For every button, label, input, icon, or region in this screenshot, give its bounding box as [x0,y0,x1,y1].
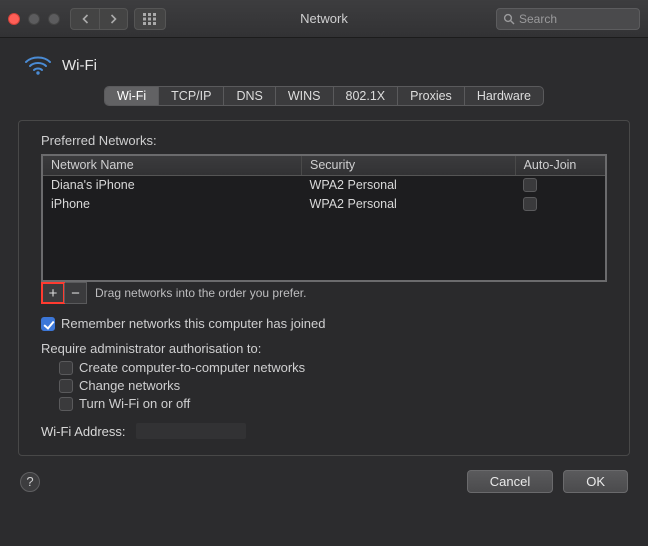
search-field[interactable] [496,8,640,30]
auto-join-checkbox[interactable] [523,178,537,192]
cell-auto-join [515,194,605,213]
add-remove-group: + − [41,282,87,304]
table-row[interactable]: iPhoneWPA2 Personal [43,194,605,213]
forward-button[interactable] [99,9,127,29]
remove-network-button[interactable]: − [64,283,86,303]
wifi-address-value [136,423,246,439]
minimize-window-button[interactable] [28,13,40,25]
close-window-button[interactable] [8,13,20,25]
col-auto-join[interactable]: Auto-Join [515,156,605,175]
preferred-networks-label: Preferred Networks: [41,133,607,148]
remember-networks-checkbox[interactable] [41,317,55,331]
titlebar: Network [0,0,648,38]
search-input[interactable] [519,12,633,26]
window-controls [8,13,60,25]
admin-change-networks-option[interactable]: Change networks [59,378,607,393]
tab-wi-fi[interactable]: Wi-Fi [105,87,159,105]
admin-toggle-wifi-checkbox[interactable] [59,397,73,411]
admin-change-networks-label: Change networks [79,378,180,393]
cancel-button[interactable]: Cancel [467,470,553,493]
col-security[interactable]: Security [302,156,516,175]
back-button[interactable] [71,9,99,29]
tab-wins[interactable]: WINS [276,87,334,105]
maximize-window-button[interactable] [48,13,60,25]
cell-network-name: iPhone [43,194,302,213]
tabs: Wi-FiTCP/IPDNSWINS802.1XProxiesHardware [104,86,544,106]
add-network-button[interactable]: + [42,283,64,303]
admin-auth-label: Require administrator authorisation to: [41,341,607,356]
admin-create-adhoc-label: Create computer-to-computer networks [79,360,305,375]
wifi-address-row: Wi-Fi Address: [41,423,607,439]
admin-toggle-wifi-option[interactable]: Turn Wi-Fi on or off [59,396,607,411]
tab-dns[interactable]: DNS [224,87,275,105]
admin-change-networks-checkbox[interactable] [59,379,73,393]
auto-join-checkbox[interactable] [523,197,537,211]
tab-hardware[interactable]: Hardware [465,87,543,105]
tab-802-1x[interactable]: 802.1X [334,87,399,105]
tab-proxies[interactable]: Proxies [398,87,465,105]
search-icon [503,13,515,25]
service-title: Wi-Fi [62,57,97,74]
service-header: Wi-Fi [0,38,648,86]
wifi-icon [24,54,52,76]
admin-toggle-wifi-label: Turn Wi-Fi on or off [79,396,190,411]
show-all-button[interactable] [134,8,166,30]
dialog-footer: ? Cancel OK [0,456,648,493]
preferred-networks-table[interactable]: Network Name Security Auto-Join Diana's … [41,154,607,282]
cell-security: WPA2 Personal [302,175,516,194]
col-network-name[interactable]: Network Name [43,156,302,175]
wifi-address-label: Wi-Fi Address: [41,424,126,439]
admin-create-adhoc-option[interactable]: Create computer-to-computer networks [59,360,607,375]
drag-hint: Drag networks into the order you prefer. [95,286,306,300]
tab-tcp-ip[interactable]: TCP/IP [159,87,224,105]
wifi-panel: Preferred Networks: Network Name Securit… [18,120,630,456]
cell-network-name: Diana's iPhone [43,175,302,194]
ok-button[interactable]: OK [563,470,628,493]
help-button[interactable]: ? [20,472,40,492]
remember-networks-option[interactable]: Remember networks this computer has join… [41,316,607,331]
tabs-row: Wi-FiTCP/IPDNSWINS802.1XProxiesHardware [0,86,648,116]
cell-security: WPA2 Personal [302,194,516,213]
cell-auto-join [515,175,605,194]
admin-create-adhoc-checkbox[interactable] [59,361,73,375]
remember-networks-label: Remember networks this computer has join… [61,316,325,331]
table-row[interactable]: Diana's iPhoneWPA2 Personal [43,175,605,194]
nav-group [70,8,128,30]
